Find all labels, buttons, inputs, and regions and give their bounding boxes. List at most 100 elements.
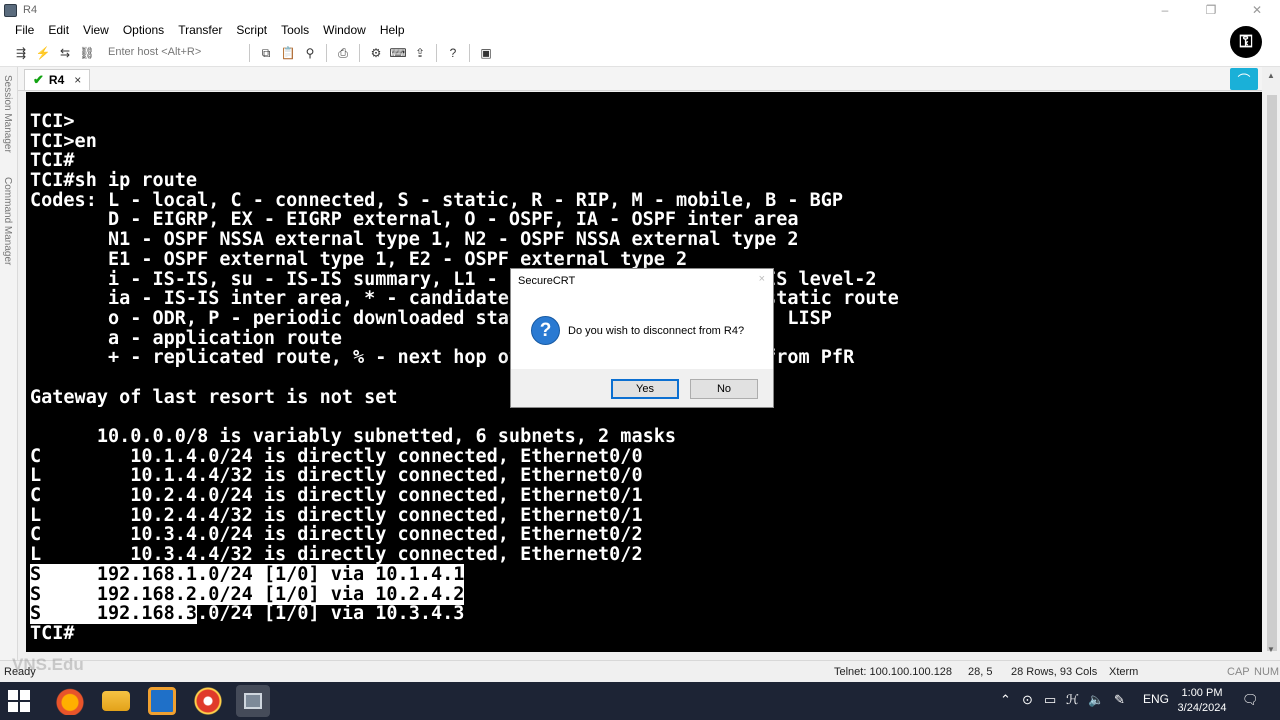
- menu-bar: File Edit View Options Transfer Script T…: [0, 20, 1280, 40]
- copy-icon[interactable]: ⧉: [257, 44, 275, 62]
- toolbar-separator: [359, 44, 360, 62]
- menu-view[interactable]: View: [76, 23, 116, 37]
- menu-tools[interactable]: Tools: [274, 23, 316, 37]
- close-window-button[interactable]: ✕: [1234, 0, 1280, 20]
- firefox-icon[interactable]: [56, 687, 84, 715]
- disconnect-icon[interactable]: ⛓: [78, 44, 96, 62]
- pen-icon[interactable]: ✎: [1114, 692, 1125, 708]
- status-bar: Ready Telnet: 100.100.100.128 28, 5 28 R…: [0, 660, 1280, 682]
- session-tab-r4[interactable]: ✔ R4 ×: [24, 69, 91, 90]
- print-icon[interactable]: ⎙: [334, 44, 352, 62]
- menu-file[interactable]: File: [8, 23, 41, 37]
- securecrt-window: R4 – ❐ ✕ File Edit View Options Transfer…: [0, 0, 1280, 720]
- securecrt-taskbar-button[interactable]: [236, 685, 270, 717]
- terminal-line: L 10.1.4.4/32 is directly connected, Eth…: [30, 465, 643, 487]
- status-emulation: Xterm: [1109, 666, 1139, 678]
- lock-badge-icon: ⚿: [1230, 26, 1262, 58]
- settings-gear-icon[interactable]: ⚙: [367, 44, 385, 62]
- toolbar: ⇶ ⚡ ⇆ ⛓ Enter host <Alt+R> ⧉ 📋 ⚲ ⎙ ⚙ ⌨ ⇪…: [0, 40, 1280, 67]
- terminal-line: TCI>en: [30, 130, 97, 152]
- terminal-line: TCI#sh ip route: [30, 170, 198, 192]
- terminal-line: TCI#: [30, 150, 75, 172]
- connect-icon[interactable]: ⇶: [12, 44, 30, 62]
- dialog-close-icon[interactable]: ×: [759, 273, 765, 285]
- scroll-up-icon[interactable]: ▲: [1267, 71, 1275, 80]
- terminal-line: 10.0.0.0/8 is variably subnetted, 6 subn…: [30, 426, 677, 447]
- button-bar-icon[interactable]: ⌒: [1230, 68, 1258, 90]
- paste-icon[interactable]: 📋: [279, 44, 297, 62]
- title-bar: R4 – ❐ ✕: [0, 0, 1280, 20]
- screenshot-icon[interactable]: ▣: [477, 44, 495, 62]
- terminal-line: TCI#: [30, 622, 75, 644]
- window-controls: – ❐ ✕: [1142, 0, 1280, 20]
- terminal-line: C 10.2.4.0/24 is directly connected, Eth…: [30, 485, 643, 507]
- scrollbar-thumb[interactable]: [1267, 95, 1277, 651]
- yes-button[interactable]: Yes: [611, 379, 679, 399]
- session-tab-bar: ✔ R4 ×: [18, 67, 1262, 91]
- clock-time: 1:00 PM: [1181, 687, 1223, 699]
- speaker-icon[interactable]: 🔈: [1088, 692, 1104, 708]
- dialog-footer: Yes No: [511, 369, 773, 407]
- clock[interactable]: 1:00 PM 3/24/2024: [1167, 686, 1237, 716]
- terminal-line: D - EIGRP, EX - EIGRP external, O - OSPF…: [30, 209, 799, 231]
- language-indicator[interactable]: ENG: [1143, 692, 1169, 706]
- minimize-button[interactable]: –: [1142, 0, 1188, 20]
- status-connection: Telnet: 100.100.100.128: [834, 666, 953, 678]
- dialog-body: ? Do you wish to disconnect from R4?: [511, 299, 773, 369]
- terminal-line: C 10.3.4.0/24 is directly connected, Eth…: [30, 524, 643, 546]
- tab-label: R4: [48, 73, 65, 87]
- menu-transfer[interactable]: Transfer: [171, 23, 229, 37]
- tab-close-icon[interactable]: ×: [74, 73, 81, 87]
- terminal-line: Codes: L - local, C - connected, S - sta…: [30, 189, 844, 211]
- connected-check-icon: ✔: [33, 72, 44, 87]
- terminal-line: L 10.2.4.4/32 is directly connected, Eth…: [30, 504, 643, 526]
- quick-connect-icon[interactable]: ⚡: [34, 44, 52, 62]
- manager-sidebar: Session Manager Command Manager: [0, 67, 18, 660]
- securecrt-app-icon: [244, 693, 262, 709]
- no-button[interactable]: No: [690, 379, 758, 399]
- menu-edit[interactable]: Edit: [41, 23, 76, 37]
- scroll-down-icon[interactable]: ▼: [1267, 645, 1275, 654]
- terminal-line: S 192.168.2.0/24 [1/0] via 10.2.4.2: [30, 583, 899, 605]
- ime-icon[interactable]: ℋ: [1066, 692, 1079, 708]
- menu-options[interactable]: Options: [116, 23, 171, 37]
- session-manager-tab[interactable]: Session Manager: [2, 75, 13, 153]
- file-explorer-icon[interactable]: [102, 691, 130, 711]
- keymap-icon[interactable]: ⌨: [389, 44, 407, 62]
- status-size: 28 Rows, 93 Cols: [1011, 666, 1098, 678]
- menu-window[interactable]: Window: [316, 23, 373, 37]
- toolbar-separator: [436, 44, 437, 62]
- help-icon[interactable]: ?: [444, 44, 462, 62]
- window-title: R4: [23, 4, 38, 16]
- battery-icon[interactable]: ▭: [1044, 692, 1056, 708]
- windows-start-icon[interactable]: [8, 690, 30, 712]
- selected-text: S 192.168.2.0/24 [1/0] via 10.2.4.2: [30, 583, 465, 605]
- sftp-icon[interactable]: ⇪: [411, 44, 429, 62]
- reconnect-icon[interactable]: ⇆: [56, 44, 74, 62]
- host-input[interactable]: Enter host <Alt+R>: [104, 44, 244, 62]
- terminal-line: S 192.168.3.0/24 [1/0] via 10.3.4.3: [30, 603, 465, 625]
- terminal-line: N1 - OSPF NSSA external type 1, N2 - OSP…: [30, 229, 799, 251]
- terminal-line: C 10.1.4.0/24 is directly connected, Eth…: [30, 445, 643, 467]
- terminal-scrollbar[interactable]: ▲ ▼: [1264, 67, 1280, 660]
- watermark: VNS.Edu: [12, 655, 84, 674]
- menu-script[interactable]: Script: [229, 23, 274, 37]
- menu-help[interactable]: Help: [373, 23, 412, 37]
- selected-text: S 192.168.1.0/24 [1/0] via 10.1.4.1: [30, 563, 465, 585]
- recorder-icon[interactable]: [194, 687, 222, 715]
- find-icon[interactable]: ⚲: [301, 44, 319, 62]
- status-caps: CAP: [1227, 666, 1250, 678]
- vm-app-icon[interactable]: [148, 687, 176, 715]
- selected-text: S 192.168.3: [30, 603, 198, 625]
- restore-button[interactable]: ❐: [1188, 0, 1234, 20]
- dialog-message: Do you wish to disconnect from R4?: [568, 325, 745, 337]
- clock-date: 3/24/2024: [1177, 702, 1227, 714]
- chevron-up-icon[interactable]: ⌃: [1000, 692, 1011, 708]
- taskbar: ⌃ ⊙ ▭ ℋ 🔈 ✎ ENG 1:00 PM 3/24/2024 🗨: [0, 682, 1280, 720]
- network-icon[interactable]: ⊙: [1022, 692, 1033, 708]
- command-manager-tab[interactable]: Command Manager: [2, 177, 13, 265]
- terminal-line: E1 - OSPF external type 1, E2 - OSPF ext…: [30, 248, 688, 270]
- notifications-icon[interactable]: 🗨: [1242, 692, 1259, 708]
- toolbar-separator: [326, 44, 327, 62]
